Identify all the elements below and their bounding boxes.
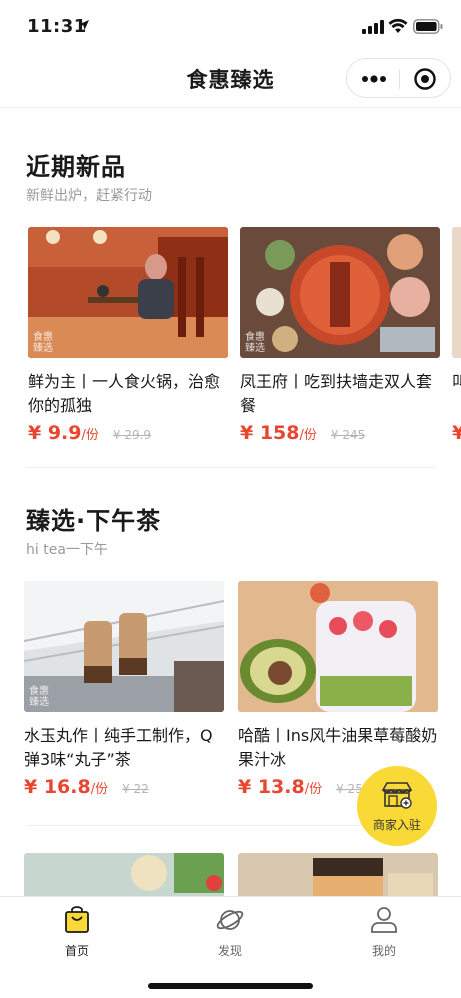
tab-label: 发现: [217, 944, 242, 958]
avocado-smoothie-photo: [238, 581, 438, 712]
planet-icon: [216, 910, 244, 930]
hotpot-solo-photo: [28, 227, 228, 358]
tab-discover[interactable]: 发现: [190, 905, 270, 959]
section-title-tea: 臻选·下午茶: [26, 507, 162, 535]
price-row: ¥ 16.8/份 ¥ 22: [24, 776, 224, 804]
capsule-divider: [399, 69, 400, 89]
price-unit: /份: [90, 782, 109, 797]
original-price: ¥ 29.9: [112, 428, 152, 442]
product-name: 哈酷丨Ins风牛油果草莓酸奶果汁冰: [238, 726, 438, 769]
tab-bar: 首页 发现 我的: [0, 896, 461, 998]
product-card[interactable]: 食惠臻选 鲜为主丨一人食火锅，治愈你的孤独 ¥ 9.9/份 ¥ 29.9: [28, 227, 228, 450]
tab-home[interactable]: 首页: [37, 905, 117, 959]
location-arrow-icon: [79, 20, 89, 30]
current-price: ¥ 9.9: [28, 422, 82, 444]
product-card[interactable]: 食惠臻选 水玉丸作丨纯手工制作，Q弹3味“丸子”茶 ¥ 16.8/份 ¥ 22: [24, 581, 224, 804]
person-icon: [371, 907, 397, 933]
merchant-join-label: 商家入驻: [372, 818, 421, 832]
price-unit: /份: [299, 428, 317, 443]
product-card-partial[interactable]: [24, 853, 224, 896]
product-image-hotpot-double: 食惠臻选: [240, 227, 440, 358]
section-title-new: 近期新品: [26, 153, 126, 181]
product-image-hotpot-solo: 食惠臻选: [28, 227, 228, 358]
tab-label: 我的: [371, 944, 396, 958]
mini-program-capsule: [346, 58, 451, 98]
current-price: ¥ 158: [240, 422, 300, 444]
image-watermark: 食惠臻选: [245, 332, 265, 354]
wifi-icon: [388, 18, 408, 33]
product-image-peek: [452, 227, 461, 358]
product-card-partial[interactable]: [238, 853, 438, 896]
tab-label: 首页: [64, 944, 89, 958]
product-name: 叫 好: [452, 372, 461, 391]
product-name: 鲜为主丨一人食火锅，治愈你的孤独: [28, 372, 221, 415]
current-price: ¥: [452, 422, 461, 444]
product-image-avocado-smoothie: [238, 581, 438, 712]
partial-photo-right: [238, 853, 438, 896]
product-name: 凤王府丨吃到扶墙走双人套餐: [240, 372, 433, 415]
image-watermark: 食惠臻选: [33, 332, 53, 354]
image-watermark: 食惠臻选: [29, 686, 49, 708]
bag-icon: [65, 906, 89, 933]
more-options-icon[interactable]: [359, 69, 389, 89]
price-row: ¥: [452, 422, 461, 450]
section-subtitle-tea: hi tea一下午: [26, 542, 108, 558]
price-row: ¥ 9.9/份 ¥ 29.9: [28, 422, 228, 450]
section-divider: [26, 467, 436, 468]
cellular-signal-icon: [362, 20, 384, 34]
product-image-partial: [24, 853, 224, 896]
bubble-tea-photo: [24, 581, 224, 712]
original-price: ¥ 245: [330, 428, 366, 442]
nav-bar: 食惠臻选: [0, 52, 461, 108]
current-price: ¥ 16.8: [24, 776, 91, 798]
current-price: ¥ 13.8: [238, 776, 305, 798]
tab-profile[interactable]: 我的: [344, 905, 424, 959]
product-image-partial: [238, 853, 438, 896]
partial-photo-left: [24, 853, 224, 896]
close-mini-program-icon[interactable]: [413, 67, 437, 91]
price-unit: /份: [304, 782, 323, 797]
section-subtitle-new: 新鲜出炉，赶紧行动: [26, 188, 152, 204]
product-image-bubble-tea: 食惠臻选: [24, 581, 224, 712]
product-card[interactable]: 食惠臻选 凤王府丨吃到扶墙走双人套餐 ¥ 158/份 ¥ 245: [240, 227, 440, 450]
product-name: 水玉丸作丨纯手工制作，Q弹3味“丸子”茶: [24, 726, 213, 769]
hotpot-double-photo: [240, 227, 440, 358]
storefront-icon: [381, 782, 413, 809]
merchant-join-button[interactable]: 商家入驻: [357, 766, 437, 846]
price-row: ¥ 158/份 ¥ 245: [240, 422, 440, 450]
home-indicator: [148, 983, 313, 989]
battery-icon: [413, 19, 443, 34]
product-card-peek[interactable]: 叫 好 ¥: [452, 227, 461, 450]
original-price: ¥ 22: [122, 782, 149, 796]
status-bar: 11:31: [0, 0, 461, 52]
price-unit: /份: [81, 428, 99, 443]
